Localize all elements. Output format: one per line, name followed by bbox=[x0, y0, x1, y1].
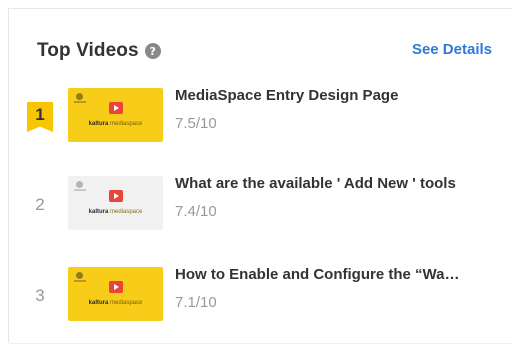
thumbnail-corner-logo-icon bbox=[76, 272, 83, 279]
mediaspace-play-icon bbox=[106, 188, 126, 204]
thumbnail-brand: kaltura mediaspace bbox=[68, 209, 163, 215]
card-header: Top Videos ? See Details bbox=[9, 39, 512, 63]
brand-bold: kaltura bbox=[88, 300, 109, 306]
thumbnail-corner-mark bbox=[74, 280, 86, 282]
video-row-3[interactable]: 3 kaltura mediaspace How to Enable and C… bbox=[9, 265, 512, 323]
video-score-1: 7.5/10 bbox=[175, 115, 217, 132]
brand-bold: kaltura bbox=[88, 121, 109, 127]
thumbnail-corner-mark bbox=[74, 101, 86, 103]
brand-rest: mediaspace bbox=[108, 121, 143, 127]
brand-rest: mediaspace bbox=[108, 209, 143, 215]
widget-title: Top Videos bbox=[37, 40, 139, 61]
thumbnail-brand: kaltura mediaspace bbox=[68, 300, 163, 306]
top-videos-card: Top Videos ? See Details 1 kaltura media… bbox=[8, 8, 512, 344]
video-title-2[interactable]: What are the available ' Add New ' tools bbox=[175, 174, 505, 194]
video-info-1: MediaSpace Entry Design Page 7.5/10 bbox=[175, 86, 505, 133]
video-thumbnail-1[interactable]: kaltura mediaspace bbox=[68, 88, 163, 142]
video-info-3: How to Enable and Configure the “Wa… 7.1… bbox=[175, 265, 505, 312]
video-score-3: 7.1/10 bbox=[175, 294, 217, 311]
thumbnail-corner-logo-icon bbox=[76, 93, 83, 100]
thumbnail-corner-mark bbox=[74, 189, 86, 191]
video-info-2: What are the available ' Add New ' tools… bbox=[175, 174, 505, 221]
thumbnail-corner-logo-icon bbox=[76, 181, 83, 188]
rank-badge-3: 3 bbox=[35, 286, 45, 305]
rank-badge-2: 2 bbox=[35, 195, 45, 214]
mediaspace-play-icon bbox=[106, 279, 126, 295]
video-thumbnail-3[interactable]: kaltura mediaspace bbox=[68, 267, 163, 321]
video-title-1[interactable]: MediaSpace Entry Design Page bbox=[175, 86, 505, 106]
video-thumbnail-2[interactable]: kaltura mediaspace bbox=[68, 176, 163, 230]
brand-bold: kaltura bbox=[88, 209, 109, 215]
help-icon[interactable]: ? bbox=[144, 43, 161, 59]
video-title-3[interactable]: How to Enable and Configure the “Wa… bbox=[175, 265, 505, 285]
mediaspace-play-icon bbox=[106, 100, 126, 116]
rank-badge-1: 1 bbox=[27, 102, 53, 132]
video-row-1[interactable]: 1 kaltura mediaspace MediaSpace Entry De… bbox=[9, 86, 512, 144]
title-wrap: Top Videos ? bbox=[37, 39, 161, 63]
see-details-link[interactable]: See Details bbox=[412, 41, 492, 58]
video-score-2: 7.4/10 bbox=[175, 203, 217, 220]
video-row-2[interactable]: 2 kaltura mediaspace What are the availa… bbox=[9, 174, 512, 232]
brand-rest: mediaspace bbox=[108, 300, 143, 306]
thumbnail-brand: kaltura mediaspace bbox=[68, 121, 163, 127]
